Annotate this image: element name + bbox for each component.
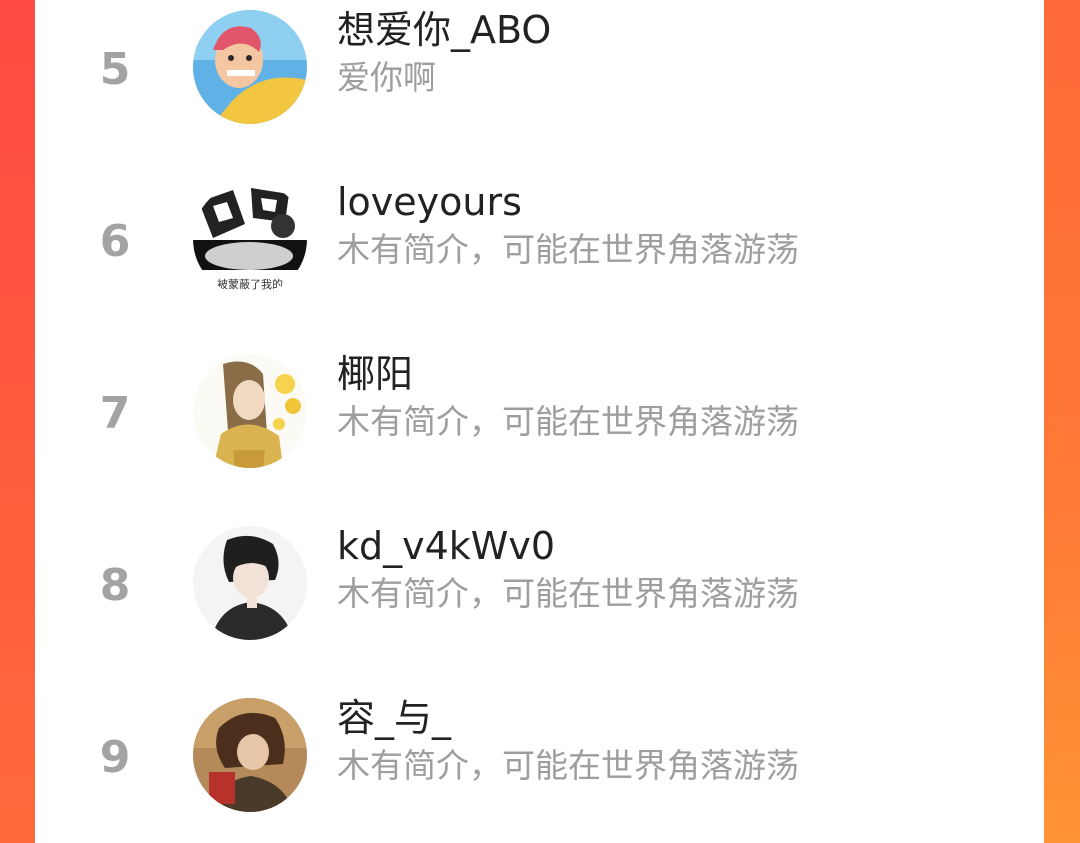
avatar[interactable]	[193, 10, 307, 124]
rank-number: 8	[99, 560, 131, 611]
user-bio: 木有简介，可能在世界角落游荡	[337, 402, 799, 441]
avatar[interactable]	[193, 526, 307, 640]
list-item[interactable]: 9 容_与_ 木有简介，可能在世界角落游荡	[35, 696, 1044, 843]
user-name[interactable]: kd_v4kWv0	[337, 520, 555, 572]
list-item[interactable]: 7 椰阳 木有简介，可能在世界角落游荡	[35, 352, 1044, 526]
rank-number: 6	[99, 216, 131, 267]
list-item[interactable]: 8 kd_v4kWv0 木有简介，可能在世界角落游荡	[35, 524, 1044, 698]
user-name[interactable]: 容_与_	[337, 692, 451, 744]
user-bio: 木有简介，可能在世界角落游荡	[337, 574, 799, 613]
user-name[interactable]: loveyours	[337, 176, 522, 228]
user-name[interactable]: 想爱你_ABO	[337, 4, 551, 56]
avatar[interactable]	[193, 354, 307, 468]
rank-number: 5	[99, 44, 131, 95]
user-name[interactable]: 椰阳	[337, 348, 413, 400]
user-bio: 爱你啊	[337, 58, 436, 97]
avatar[interactable]	[193, 698, 307, 812]
rank-number: 9	[99, 732, 131, 783]
user-bio: 木有简介，可能在世界角落游荡	[337, 746, 799, 785]
list-item[interactable]: 6 被蒙蔽了我的 loveyours 木有简介，可能在世界角落游荡	[35, 180, 1044, 354]
left-edge-background	[0, 0, 35, 843]
ranking-list-panel: 5 想爱你_ABO 爱你啊 6 被蒙蔽了我的 loveyours 木有简介，可能…	[35, 0, 1044, 843]
avatar[interactable]: 被蒙蔽了我的	[193, 182, 307, 296]
right-edge-background	[1044, 0, 1080, 843]
user-bio: 木有简介，可能在世界角落游荡	[337, 230, 799, 269]
rank-number: 7	[99, 388, 131, 439]
avatar-caption: 被蒙蔽了我的	[217, 278, 283, 291]
list-item[interactable]: 5 想爱你_ABO 爱你啊	[35, 8, 1044, 182]
